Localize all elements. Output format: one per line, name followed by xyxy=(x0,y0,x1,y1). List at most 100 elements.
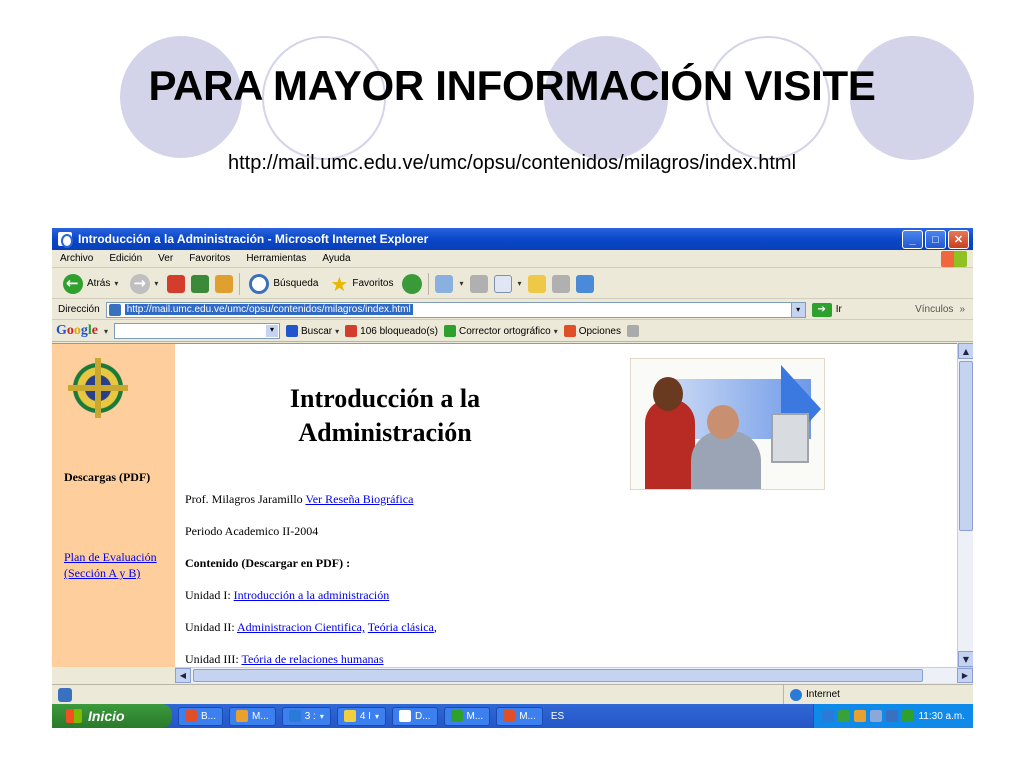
blocker-icon xyxy=(345,325,358,337)
scroll-down-icon[interactable]: ▼ xyxy=(958,651,973,667)
chevron-down-icon[interactable]: ▾ xyxy=(154,279,158,288)
spell-check-button[interactable]: Corrector ortográfico ▾ xyxy=(444,325,558,337)
address-value[interactable]: http://mail.umc.edu.ve/umc/opsu/contenid… xyxy=(124,304,413,315)
print-icon[interactable] xyxy=(469,274,488,293)
task-label: M... xyxy=(252,710,269,722)
go-button[interactable]: Ir xyxy=(836,304,842,315)
options-button[interactable]: Opciones xyxy=(563,325,621,337)
university-emblem-icon xyxy=(68,358,128,418)
taskbar-button[interactable]: 3 : ▾ xyxy=(281,706,331,726)
chevron-down-icon[interactable]: ▾ xyxy=(320,712,324,721)
google-g-icon xyxy=(286,325,299,337)
google-logo[interactable]: Google xyxy=(56,323,98,339)
downloads-heading: Descargas (PDF) xyxy=(64,470,151,484)
options-label: Opciones xyxy=(578,325,621,337)
stop-icon[interactable] xyxy=(167,274,186,293)
close-button[interactable]: ✕ xyxy=(948,230,969,249)
favorites-label: Favoritos xyxy=(352,278,394,289)
taskbar-button[interactable]: M... xyxy=(496,706,543,726)
menu-archivo[interactable]: Archivo xyxy=(60,253,93,264)
home-icon[interactable] xyxy=(215,274,234,293)
page-status-icon xyxy=(58,687,72,702)
contents-heading: Contenido (Descargar en PDF) : xyxy=(185,556,351,570)
unit-2-link-b[interactable]: Teória clásica xyxy=(368,620,434,634)
minimize-button[interactable]: _ xyxy=(902,230,923,249)
slide-title: PARA MAYOR INFORMACIÓN VISITE xyxy=(148,62,876,109)
windows-logo-icon xyxy=(66,709,82,723)
chevron-down-icon[interactable]: ▾ xyxy=(554,327,558,336)
chevron-down-icon[interactable]: ▾ xyxy=(114,279,118,288)
menu-ayuda[interactable]: Ayuda xyxy=(322,253,350,264)
language-indicator[interactable]: ES xyxy=(551,711,564,722)
chevron-down-icon[interactable]: ▾ xyxy=(459,279,463,288)
scroll-left-icon[interactable]: ◀ xyxy=(175,668,191,683)
research-icon[interactable] xyxy=(551,274,570,293)
scroll-right-icon[interactable]: ▶ xyxy=(957,668,973,683)
unit-2-link-a[interactable]: Administracion Cientifica, xyxy=(237,620,365,634)
messenger-icon[interactable] xyxy=(575,274,594,293)
google-search-input[interactable] xyxy=(114,323,281,339)
menu-herramientas[interactable]: Herramientas xyxy=(246,253,306,264)
tray-icon[interactable] xyxy=(838,710,851,722)
page-content: Descargas (PDF) Plan de Evaluación (Secc… xyxy=(52,343,957,668)
scroll-up-icon[interactable]: ▲ xyxy=(958,343,973,359)
clock[interactable]: 11:30 a.m. xyxy=(918,711,965,722)
google-logo-letter: o xyxy=(73,323,81,338)
chevron-down-icon[interactable]: ▾ xyxy=(335,327,339,336)
pencil-icon[interactable] xyxy=(626,325,639,337)
taskbar-button[interactable]: B... xyxy=(178,706,224,726)
menu-favoritos[interactable]: Favoritos xyxy=(189,253,230,264)
status-bar: Internet xyxy=(52,684,973,704)
edit-icon[interactable] xyxy=(493,274,512,293)
menu-edicion[interactable]: Edición xyxy=(109,253,142,264)
scroll-thumb[interactable] xyxy=(959,361,973,531)
links-toolbar[interactable]: Vínculos » xyxy=(915,304,965,315)
horizontal-scrollbar[interactable]: ◀ ▶ xyxy=(175,667,973,683)
biography-link[interactable]: Ver Reseña Biográfica xyxy=(305,492,413,506)
chevron-down-icon[interactable]: ▾ xyxy=(790,302,805,317)
mail-icon[interactable] xyxy=(435,274,454,293)
google-search-button[interactable]: Buscar ▾ xyxy=(286,325,339,337)
favorites-button[interactable]: ★ Favoritos xyxy=(327,272,396,296)
spell-check-icon xyxy=(444,325,456,337)
back-button[interactable]: Atrás ▾ xyxy=(60,272,121,296)
history-icon[interactable] xyxy=(402,273,423,294)
popup-blocker-button[interactable]: 106 bloqueado(s) xyxy=(345,325,438,337)
tray-icon[interactable] xyxy=(902,710,915,722)
chevron-down-icon[interactable]: ▾ xyxy=(518,279,522,288)
unit-3-link[interactable]: Teória de relaciones humanas xyxy=(241,652,383,666)
search-icon xyxy=(249,273,270,294)
tray-icon[interactable] xyxy=(822,710,835,722)
maximize-button[interactable]: □ xyxy=(925,230,946,249)
tray-icon[interactable] xyxy=(886,710,899,722)
taskbar-button[interactable]: D... xyxy=(391,706,438,726)
scroll-thumb[interactable] xyxy=(193,669,923,682)
options-icon xyxy=(563,325,576,337)
links-label[interactable]: Vínculos xyxy=(915,304,953,315)
start-button[interactable]: Inicio xyxy=(52,704,172,728)
more-chevron-icon[interactable]: » xyxy=(959,304,965,315)
menu-ver[interactable]: Ver xyxy=(158,253,173,264)
professor-name: Prof. Milagros Jaramillo xyxy=(185,492,303,506)
folder-icon[interactable] xyxy=(527,274,546,293)
address-input[interactable]: http://mail.umc.edu.ve/umc/opsu/contenid… xyxy=(105,301,806,318)
forward-button[interactable]: ▾ xyxy=(127,272,161,296)
taskbar-button[interactable]: M... xyxy=(229,706,276,726)
taskbar-button[interactable]: 4 I ▾ xyxy=(336,706,386,726)
tray-icon[interactable] xyxy=(870,710,883,722)
vertical-scrollbar[interactable]: ▲ ▼ xyxy=(957,343,973,667)
chevron-down-icon[interactable]: ▾ xyxy=(375,712,379,721)
chevron-down-icon[interactable]: ▾ xyxy=(104,327,108,336)
task-label: M... xyxy=(519,710,536,722)
search-label: Búsqueda xyxy=(273,278,319,289)
slide-url: http://mail.umc.edu.ve/umc/opsu/contenid… xyxy=(227,152,797,174)
window-titlebar[interactable]: Introducción a la Administración - Micro… xyxy=(52,228,973,250)
tray-icon[interactable] xyxy=(854,710,867,722)
evaluation-plan-link[interactable]: Plan de Evaluación (Sección A y B) xyxy=(64,549,164,581)
refresh-icon[interactable] xyxy=(191,274,210,293)
taskbar-button[interactable]: M... xyxy=(443,706,491,726)
go-arrow-icon[interactable]: ➔ xyxy=(811,302,832,317)
search-button[interactable]: Búsqueda xyxy=(246,272,321,296)
unit-1-link[interactable]: Introducción a la administración xyxy=(234,588,390,602)
scroll-corner xyxy=(52,667,175,683)
